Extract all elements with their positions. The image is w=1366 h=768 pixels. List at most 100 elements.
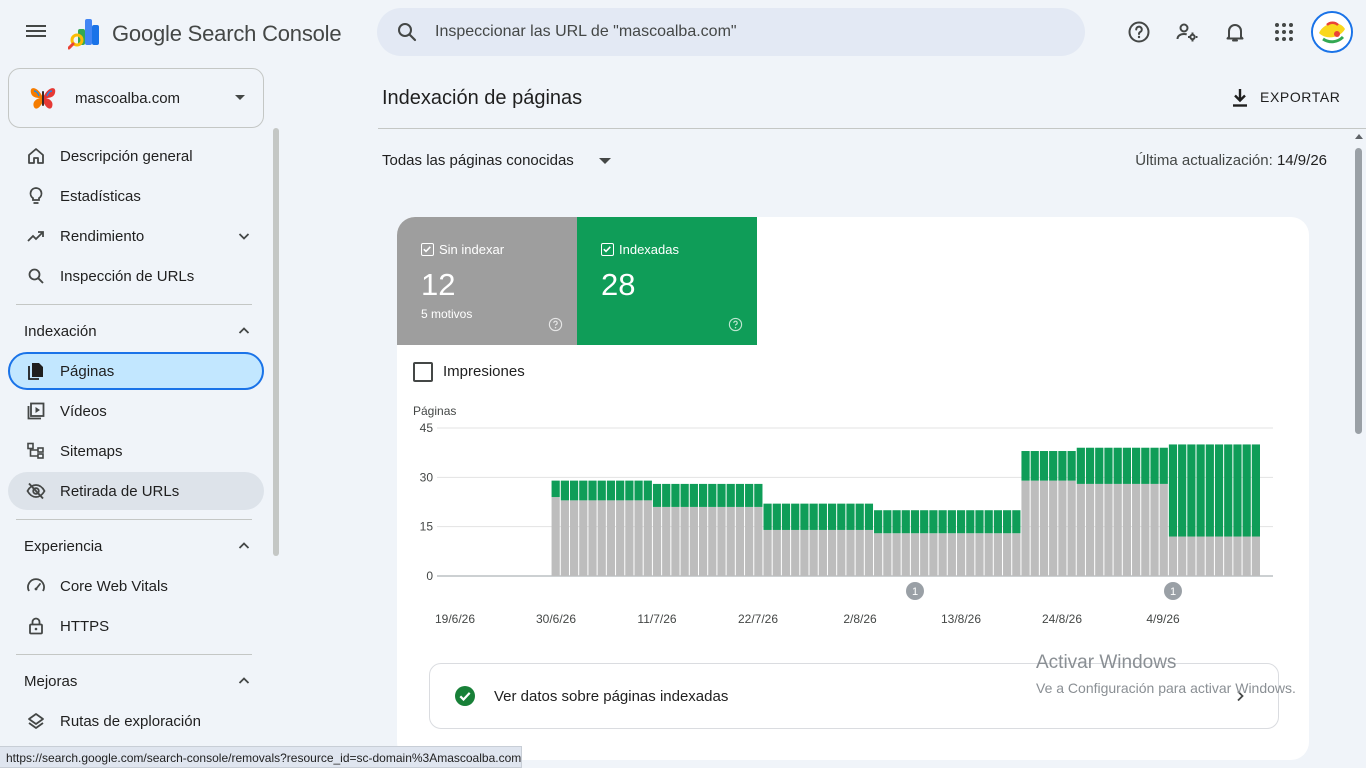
sidebar-item-removals[interactable]: Retirada de URLs bbox=[8, 472, 264, 510]
sidebar-item-label: Páginas bbox=[60, 363, 115, 380]
bar-indexed bbox=[1150, 447, 1159, 484]
title-divider bbox=[378, 128, 1366, 129]
visibility-off-icon bbox=[26, 482, 46, 500]
bar-indexed bbox=[883, 510, 892, 534]
bar-indexed bbox=[846, 503, 855, 530]
butterfly-logo-icon bbox=[30, 88, 56, 109]
tile-label: Sin indexar bbox=[439, 242, 505, 257]
bar-indexed bbox=[1242, 444, 1251, 537]
bar-indexed bbox=[1141, 447, 1150, 484]
bar-not-indexed bbox=[929, 533, 938, 576]
section-experience[interactable]: Experiencia bbox=[8, 527, 264, 565]
tile-indexed[interactable]: Indexadas 28 bbox=[577, 217, 757, 345]
sidebar-item-breadcrumbs[interactable]: Rutas de exploración bbox=[8, 702, 264, 740]
checkbox-checked-icon[interactable] bbox=[601, 243, 614, 256]
sidebar-scrollbar[interactable] bbox=[273, 128, 279, 556]
tile-not-indexed[interactable]: Sin indexar 12 5 motivos bbox=[397, 217, 577, 345]
lightbulb-icon bbox=[29, 187, 43, 204]
view-indexed-pages-link[interactable]: Ver datos sobre páginas indexadas bbox=[429, 663, 1279, 729]
export-label: EXPORTAR bbox=[1260, 89, 1341, 105]
sidebar-item-pages[interactable]: Páginas bbox=[8, 352, 264, 390]
bar-indexed bbox=[625, 480, 634, 501]
bar-indexed bbox=[680, 483, 689, 507]
bar-indexed bbox=[809, 503, 818, 530]
section-enhancements[interactable]: Mejoras bbox=[8, 662, 264, 700]
sidebar-item-insights[interactable]: Estadísticas bbox=[8, 177, 264, 215]
scrollbar-thumb[interactable] bbox=[1355, 148, 1362, 434]
help-icon[interactable] bbox=[728, 317, 743, 332]
help-icon[interactable] bbox=[1127, 20, 1151, 44]
bar-indexed bbox=[1095, 447, 1104, 484]
sidebar-item-performance[interactable]: Rendimiento bbox=[8, 217, 264, 255]
bar-not-indexed bbox=[579, 500, 588, 576]
bar-not-indexed bbox=[1242, 536, 1251, 576]
search-input[interactable] bbox=[435, 20, 1055, 44]
bar-not-indexed bbox=[800, 529, 809, 576]
bar-not-indexed bbox=[1049, 480, 1058, 576]
sidebar-item-label: Inspección de URLs bbox=[60, 268, 195, 285]
bar-not-indexed bbox=[1168, 536, 1178, 576]
pages-filter-dropdown[interactable]: Todas las páginas conocidas bbox=[382, 152, 611, 172]
bar-not-indexed bbox=[1214, 536, 1224, 576]
url-inspection-search[interactable] bbox=[377, 8, 1085, 56]
x-tick-label: 13/8/26 bbox=[941, 612, 981, 626]
bar-indexed bbox=[735, 483, 745, 507]
sidebar-item-label: Rendimiento bbox=[60, 228, 145, 245]
bar-indexed bbox=[938, 510, 947, 534]
sidebar-item-core-web-vitals[interactable]: Core Web Vitals bbox=[8, 567, 264, 605]
impressions-label: Impresiones bbox=[443, 363, 525, 380]
pages-chart: Páginas 45 30 15 0 19/6/26 30/6/26 11/7/26 22/7/… bbox=[413, 404, 1273, 626]
scroll-up-arrow-icon[interactable] bbox=[1355, 134, 1363, 139]
bar-indexed bbox=[1104, 447, 1113, 484]
bar-not-indexed bbox=[625, 500, 634, 576]
bar-indexed bbox=[1233, 444, 1242, 537]
bar-indexed bbox=[1168, 444, 1178, 537]
bar-indexed bbox=[754, 483, 763, 507]
dropdown-arrow-icon bbox=[599, 158, 611, 164]
sidebar-item-videos[interactable]: Vídeos bbox=[8, 392, 264, 430]
bar-indexed bbox=[874, 510, 883, 534]
bar-indexed bbox=[745, 483, 754, 507]
bar-indexed bbox=[920, 510, 929, 534]
bar-not-indexed bbox=[1076, 483, 1085, 576]
property-name: mascoalba.com bbox=[75, 90, 181, 107]
bar-indexed bbox=[1012, 510, 1021, 534]
bar-not-indexed bbox=[560, 500, 569, 576]
bar-indexed bbox=[1003, 510, 1012, 534]
sidebar-item-https[interactable]: HTTPS bbox=[8, 607, 264, 645]
bar-not-indexed bbox=[892, 533, 901, 576]
bar-indexed bbox=[1132, 447, 1141, 484]
section-indexing[interactable]: Indexación bbox=[8, 312, 264, 350]
bar-not-indexed bbox=[1178, 536, 1187, 576]
tile-label: Indexadas bbox=[619, 242, 679, 257]
bar-not-indexed bbox=[652, 506, 662, 576]
sidebar-item-sitemaps[interactable]: Sitemaps bbox=[8, 432, 264, 470]
bar-not-indexed bbox=[569, 500, 579, 576]
bar-not-indexed bbox=[1012, 533, 1021, 576]
bar-not-indexed bbox=[975, 533, 984, 576]
bar-not-indexed bbox=[1251, 536, 1260, 576]
search-console-logo bbox=[68, 19, 99, 50]
account-avatar[interactable] bbox=[1311, 11, 1353, 53]
bar-indexed bbox=[708, 483, 717, 507]
notifications-icon[interactable] bbox=[1223, 20, 1247, 44]
property-selector[interactable]: mascoalba.com bbox=[8, 68, 264, 128]
last-updated-label: Última actualización: bbox=[1135, 152, 1273, 169]
sidebar-item-overview[interactable]: Descripción general bbox=[8, 137, 264, 175]
pages-icon bbox=[28, 363, 43, 380]
indexing-card: Sin indexar 12 5 motivos Indexadas 28 Im… bbox=[397, 217, 1309, 760]
help-icon[interactable] bbox=[548, 317, 563, 332]
bar-indexed bbox=[560, 480, 569, 501]
sidebar-item-url-inspection[interactable]: Inspección de URLs bbox=[8, 257, 264, 295]
main-scrollbar[interactable] bbox=[1352, 130, 1366, 768]
checkbox-unchecked-icon[interactable] bbox=[413, 362, 433, 382]
checkbox-checked-icon[interactable] bbox=[421, 243, 434, 256]
y-tick-label: 0 bbox=[426, 569, 433, 583]
bar-indexed bbox=[1205, 444, 1214, 537]
main-menu-icon[interactable] bbox=[24, 22, 48, 42]
bar-indexed bbox=[726, 483, 735, 507]
apps-icon[interactable] bbox=[1272, 20, 1296, 44]
sidebar-item-label: Vídeos bbox=[60, 403, 107, 420]
bar-indexed bbox=[1067, 451, 1076, 481]
manage-accounts-icon[interactable] bbox=[1175, 20, 1199, 44]
